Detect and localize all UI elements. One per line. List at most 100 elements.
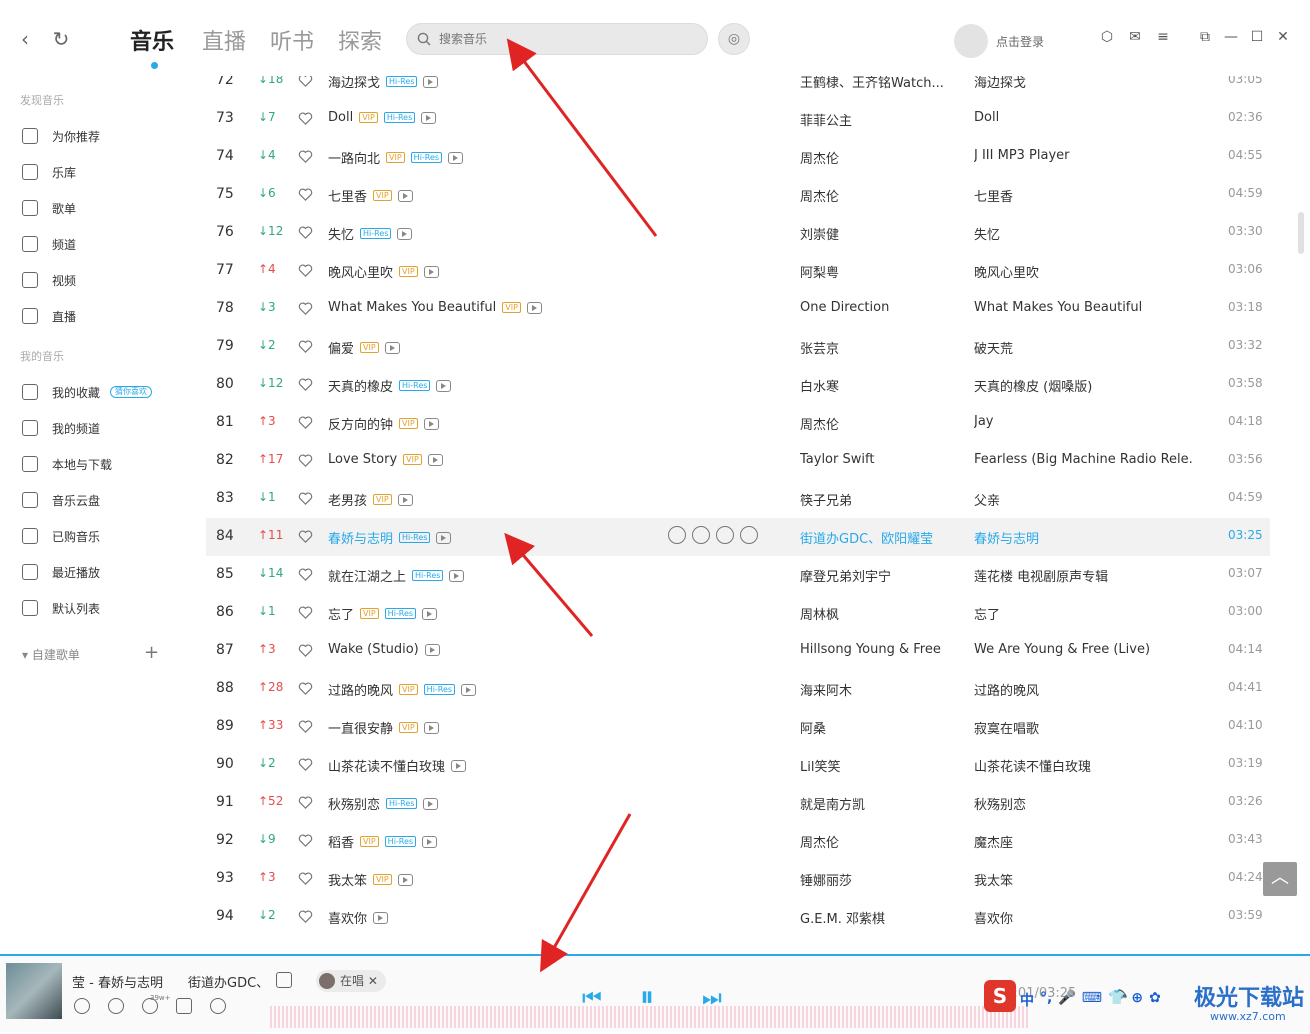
maximize-icon[interactable]: ☐ (1248, 28, 1266, 46)
skin-icon[interactable]: ⬡ (1098, 28, 1116, 46)
song-title-cell[interactable]: 喜欢你 (328, 908, 778, 927)
heart-icon[interactable] (298, 339, 313, 354)
song-title[interactable]: 秋殇别恋 (328, 794, 380, 813)
song-title-cell[interactable]: 一路向北 VIP Hi-Res (328, 148, 778, 167)
song-title[interactable]: What Makes You Beautiful (328, 300, 496, 315)
heart-icon[interactable] (298, 225, 313, 240)
mv-icon[interactable] (423, 721, 439, 734)
artist-name[interactable]: 锤娜丽莎 (800, 870, 960, 889)
mv-icon[interactable] (421, 111, 437, 124)
song-title-cell[interactable]: Doll VIP Hi-Res (328, 110, 778, 125)
album-name[interactable]: 晚风心里吹 (974, 262, 1194, 281)
album-name[interactable]: 过路的晚风 (974, 680, 1194, 699)
song-title-cell[interactable]: 就在江湖之上 Hi-Res (328, 566, 778, 585)
mini-mode-icon[interactable]: ⧉ (1196, 28, 1214, 46)
table-row[interactable]: 76 ↓12 失忆 Hi-Res 刘崇健 失忆 03:30 (206, 214, 1270, 252)
album-name[interactable]: 我太笨 (974, 870, 1194, 889)
song-title[interactable]: 失忆 (328, 224, 354, 243)
guess-you-like-badge[interactable]: 猜你喜欢 (110, 386, 153, 398)
song-title[interactable]: 七里香 (328, 186, 367, 205)
minimize-icon[interactable]: — (1222, 28, 1240, 46)
table-row[interactable]: 79 ↓2 偏爱 VIP 张芸京 破天荒 03:32 (206, 328, 1270, 366)
heart-icon[interactable] (298, 605, 313, 620)
sidebar-item[interactable]: 视频 (22, 268, 76, 292)
song-title[interactable]: Love Story (328, 452, 397, 467)
mv-icon[interactable] (451, 759, 467, 772)
previous-icon[interactable]: ⏮ (582, 986, 602, 1011)
artist-name[interactable]: 周杰伦 (800, 832, 960, 851)
artist-name[interactable]: 海来阿木 (800, 680, 960, 699)
heart-icon[interactable] (298, 833, 313, 848)
close-icon[interactable]: ✕ (1274, 28, 1292, 46)
song-title-cell[interactable]: 我太笨 VIP (328, 870, 778, 889)
album-name[interactable]: 七里香 (974, 186, 1194, 205)
album-name[interactable]: 失忆 (974, 224, 1194, 243)
mv-icon[interactable] (436, 379, 452, 392)
album-name[interactable]: 破天荒 (974, 338, 1194, 357)
artist-name[interactable]: 筷子兄弟 (800, 490, 960, 509)
song-title-cell[interactable]: 老男孩 VIP (328, 490, 778, 509)
song-title[interactable]: 我太笨 (328, 870, 367, 889)
album-name[interactable]: Jay (974, 414, 1194, 429)
scrollbar[interactable] (1298, 212, 1304, 254)
table-row[interactable]: 91 ↑52 秋殇别恋 Hi-Res 就是南方凯 秋殇别恋 03:26 (206, 784, 1270, 822)
login-link[interactable]: 点击登录 (996, 33, 1044, 50)
artist-name[interactable]: G.E.M. 邓紫棋 (800, 908, 960, 927)
heart-icon[interactable] (298, 795, 313, 810)
tab-audiobook[interactable]: 听书 (270, 24, 314, 56)
song-title-cell[interactable]: Love Story VIP (328, 452, 778, 467)
heart-icon[interactable] (298, 415, 313, 430)
song-title-cell[interactable]: What Makes You Beautiful VIP (328, 300, 778, 315)
search-box[interactable] (406, 23, 708, 55)
artist-name[interactable]: 阿梨粤 (800, 262, 960, 281)
sidebar-item[interactable]: 歌单 (22, 196, 76, 220)
sidebar-item[interactable]: 我的频道 (22, 416, 100, 440)
now-playing-artist[interactable]: 街道办GDC、 (188, 972, 269, 991)
mv-icon[interactable] (461, 683, 477, 696)
artist-name[interactable]: 菲菲公主 (800, 110, 960, 129)
ime-button[interactable]: 🎤 (1058, 990, 1075, 1010)
artist-name[interactable]: 周林枫 (800, 604, 960, 623)
artist-name[interactable]: Lil笑笑 (800, 756, 960, 775)
song-title-cell[interactable]: 山茶花读不懂白玫瑰 (328, 756, 778, 775)
artist-name[interactable]: 摩登兄弟刘宇宁 (800, 566, 960, 585)
sidebar-item[interactable]: 乐库 (22, 160, 76, 184)
heart-icon[interactable] (298, 757, 313, 772)
mv-icon[interactable] (373, 911, 389, 924)
heart-icon[interactable] (298, 871, 313, 886)
pause-icon[interactable]: ⏸ (640, 980, 654, 1014)
heart-icon[interactable] (298, 909, 313, 924)
back-to-top-button[interactable]: ︿ (1263, 862, 1297, 896)
song-title[interactable]: 春娇与志明 (328, 528, 393, 547)
heart-icon[interactable] (298, 187, 313, 202)
table-row[interactable]: 75 ↓6 七里香 VIP 周杰伦 七里香 04:59 (206, 176, 1270, 214)
mv-icon[interactable] (422, 835, 438, 848)
song-title-cell[interactable]: 失忆 Hi-Res (328, 224, 778, 243)
voice-search-icon[interactable]: ◎ (718, 23, 750, 55)
mv-icon[interactable] (448, 151, 464, 164)
artist-name[interactable]: Taylor Swift (800, 452, 960, 467)
table-row[interactable]: 81 ↑3 反方向的钟 VIP 周杰伦 Jay 04:18 (206, 404, 1270, 442)
add-to-icon[interactable] (692, 526, 710, 544)
table-row[interactable]: 74 ↓4 一路向北 VIP Hi-Res 周杰伦 J III MP3 Player 04:5… (206, 138, 1270, 176)
album-name[interactable]: Doll (974, 110, 1194, 125)
album-name[interactable]: Fearless (Big Machine Radio Rele... (974, 452, 1194, 467)
tab-explore[interactable]: 探索 (338, 24, 382, 56)
menu-icon[interactable]: ≡ (1154, 28, 1172, 46)
sidebar-item[interactable]: 默认列表 (22, 596, 100, 620)
heart-icon[interactable] (298, 529, 313, 544)
now-playing-title[interactable]: 莹 - 春娇与志明 (72, 972, 163, 991)
mail-icon[interactable]: ✉ (1126, 28, 1144, 46)
table-row[interactable]: 83 ↓1 老男孩 VIP 筷子兄弟 父亲 04:59 (206, 480, 1270, 518)
album-name[interactable]: 山茶花读不懂白玫瑰 (974, 756, 1194, 775)
download-icon[interactable] (716, 526, 734, 544)
song-title-cell[interactable]: 秋殇别恋 Hi-Res (328, 794, 778, 813)
table-row[interactable]: 77 ↑4 晚风心里吹 VIP 阿梨粤 晚风心里吹 03:06 (206, 252, 1270, 290)
album-name[interactable]: 春娇与志明 (974, 528, 1194, 547)
song-title[interactable]: 偏爱 (328, 338, 354, 357)
album-name[interactable]: 喜欢你 (974, 908, 1194, 927)
song-title-cell[interactable]: 七里香 VIP (328, 186, 778, 205)
mv-icon[interactable] (397, 227, 413, 240)
album-name[interactable]: 忘了 (974, 604, 1194, 623)
sidebar-item[interactable]: 音乐云盘 (22, 488, 100, 512)
